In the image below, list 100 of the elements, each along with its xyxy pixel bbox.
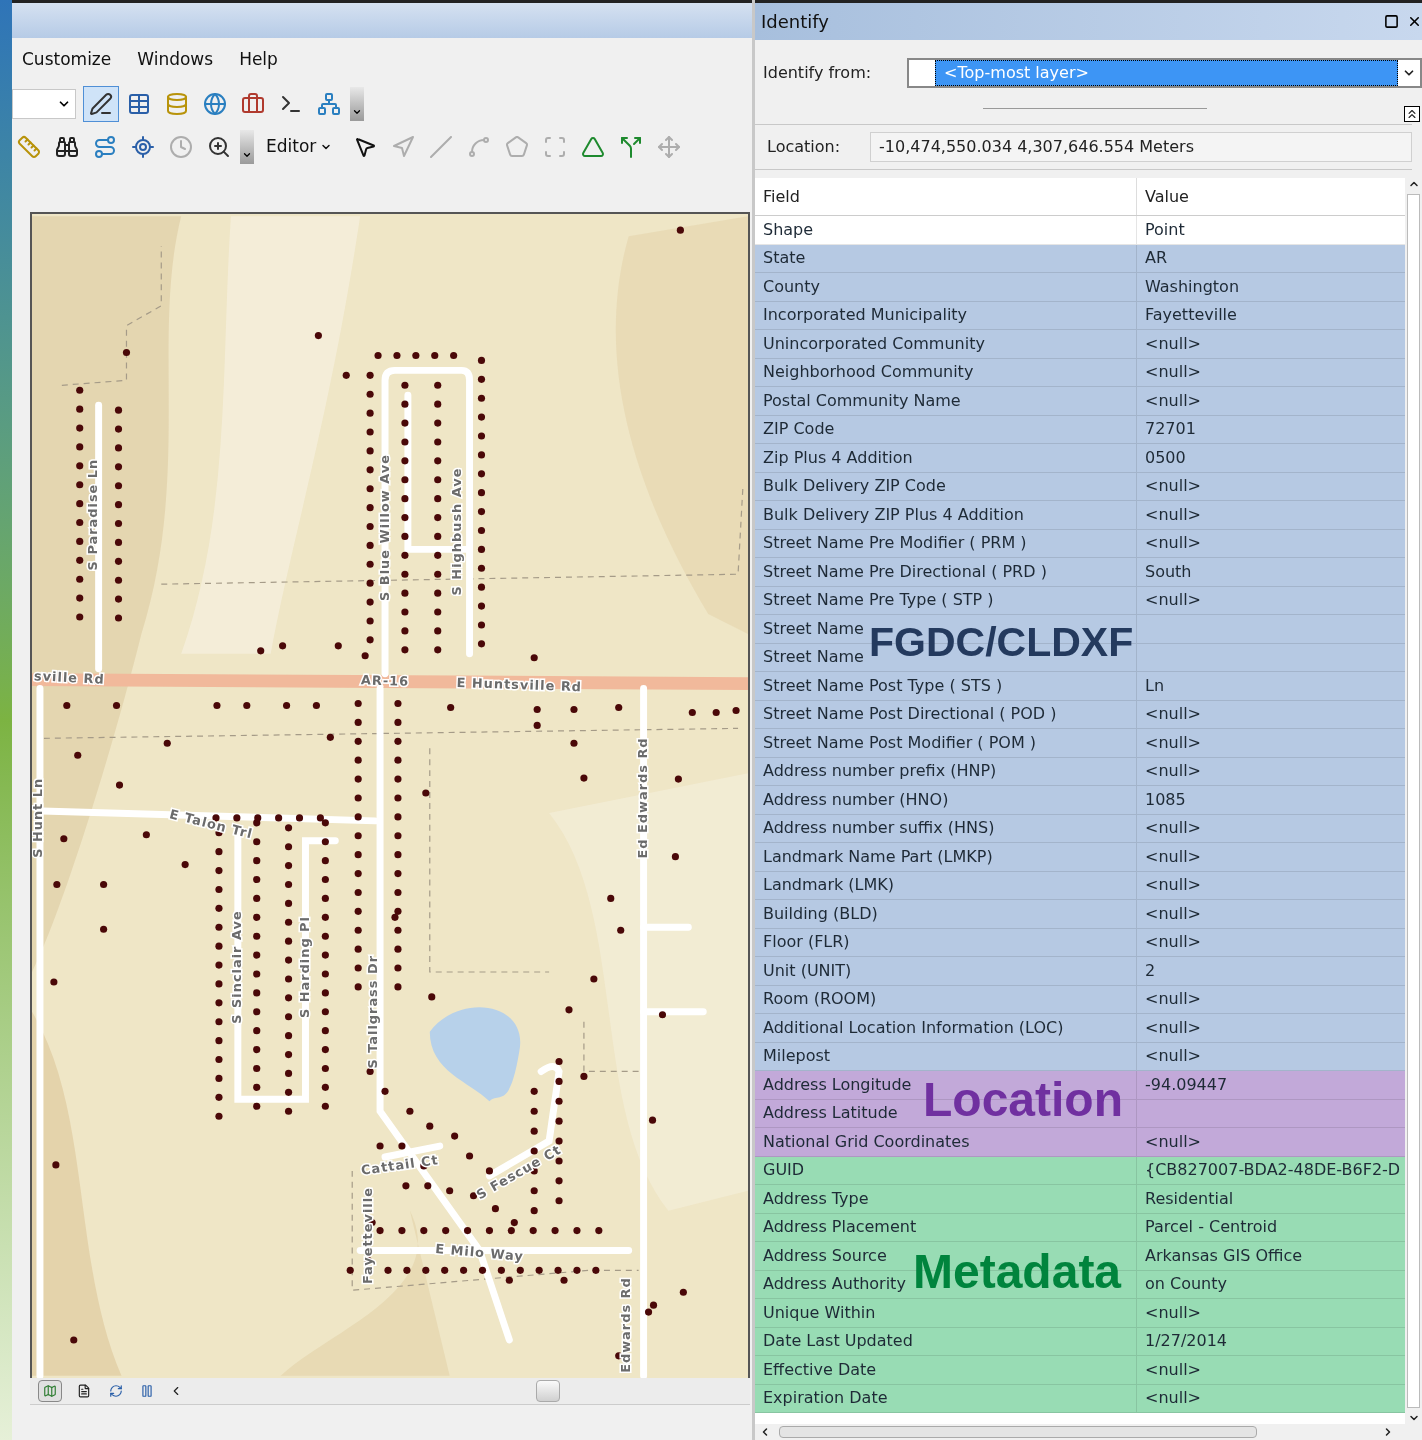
attribute-row[interactable]: Date Last Updated 1/27/2014 <box>755 1327 1405 1356</box>
attribute-row[interactable]: Address Placement Parcel - Centroid <box>755 1213 1405 1242</box>
attribute-row[interactable]: Street Name Pre Directional ( PRD ) South <box>755 558 1405 587</box>
field-name: Zip Plus 4 Addition <box>763 446 913 469</box>
street-label: Ed Edwards Rd <box>635 737 651 859</box>
attribute-row[interactable]: Floor (FLR) <null> <box>755 928 1405 957</box>
attribute-row[interactable]: Address number (HNO) 1085 <box>755 786 1405 815</box>
field-value: 1085 <box>1145 788 1186 811</box>
field-value: Point <box>1145 218 1185 241</box>
attribute-row[interactable]: Street Name Pre Modifier ( PRM ) <null> <box>755 529 1405 558</box>
field-name: Street Name <box>763 646 864 669</box>
street-label: AR-16 <box>360 672 410 689</box>
collapse-icon[interactable] <box>1404 106 1420 122</box>
attribute-row[interactable]: Room (ROOM) <null> <box>755 985 1405 1014</box>
attribute-row[interactable]: Unit (UNIT) 2 <box>755 957 1405 986</box>
attribute-row[interactable]: Shape Point <box>755 216 1405 245</box>
field-value: Fayetteville <box>1145 304 1237 327</box>
field-name: Address Placement <box>763 1216 917 1239</box>
globe-icon <box>203 91 227 116</box>
field-name: Incorporated Municipality <box>763 304 968 327</box>
field-value: <null> <box>1145 389 1201 412</box>
menu-item[interactable]: Windows <box>137 47 214 73</box>
attribute-row[interactable]: Effective Date <null> <box>755 1356 1405 1385</box>
attribute-row[interactable]: Additional Location Information (LOC) <null> <box>755 1014 1405 1043</box>
attribute-row[interactable]: Zip Plus 4 Addition 0500 <box>755 444 1405 473</box>
attribute-row[interactable]: Unique Within <null> <box>755 1299 1405 1328</box>
street-label: E Talon Trl <box>168 806 255 842</box>
field-value: AR <box>1145 247 1168 270</box>
attribute-row[interactable]: Bulk Delivery ZIP Code <null> <box>755 472 1405 501</box>
attribute-row[interactable]: Landmark Name Part (LMKP) <null> <box>755 843 1405 872</box>
attribute-row[interactable]: Expiration Date <null> <box>755 1384 1405 1413</box>
field-name: Street Name <box>763 617 864 640</box>
street-label: S Blue Willow Ave <box>376 454 392 601</box>
attribute-row[interactable]: Building (BLD) <null> <box>755 900 1405 929</box>
attribute-row[interactable]: County Washington <box>755 273 1405 302</box>
field-value: <null> <box>1145 1301 1201 1324</box>
location-field[interactable]: -10,474,550.034 4,307,646.554 Meters <box>870 132 1412 162</box>
column-header[interactable]: Field <box>755 178 1137 215</box>
route-icon <box>93 134 117 159</box>
polygon-icon <box>505 134 530 159</box>
field-name: Address Type <box>763 1187 869 1210</box>
field-value: <null> <box>1145 1130 1201 1153</box>
field-name: Unit (UNIT) <box>763 959 852 982</box>
field-name: Unincorporated Community <box>763 332 985 355</box>
field-value: 2 <box>1145 959 1156 982</box>
street-label: S Paradise Ln <box>85 458 101 571</box>
attribute-row[interactable]: Bulk Delivery ZIP Plus 4 Addition <null> <box>755 501 1405 530</box>
attribute-row[interactable]: Street Name Post Type ( STS ) Ln <box>755 672 1405 701</box>
pen-icon <box>89 91 113 116</box>
attribute-row[interactable]: Landmark (LMK) <null> <box>755 871 1405 900</box>
field-value: <null> <box>1145 589 1201 612</box>
attribute-row[interactable]: Address number suffix (HNS) <null> <box>755 814 1405 843</box>
field-name: GUID <box>763 1159 805 1182</box>
column-header[interactable]: Value <box>1137 178 1405 215</box>
attribute-row[interactable]: Milepost <null> <box>755 1042 1405 1071</box>
attribute-row[interactable]: Neighborhood Community <null> <box>755 358 1405 387</box>
street-label: E Milo Way <box>434 1241 525 1264</box>
menu-item[interactable]: Help <box>239 47 278 73</box>
field-value: 72701 <box>1145 418 1196 441</box>
attribute-row[interactable]: Incorporated Municipality Fayetteville <box>755 301 1405 330</box>
attribute-row[interactable]: National Grid Coordinates <null> <box>755 1128 1405 1157</box>
street-label: S Hunt Ln <box>32 777 46 858</box>
attribute-row[interactable]: Street Name Pre Type ( STP ) <null> <box>755 586 1405 615</box>
field-name: Street Name Pre Modifier ( PRM ) <box>763 532 1027 555</box>
data-view-button[interactable] <box>38 1380 62 1402</box>
attribute-row[interactable]: Postal Community Name <null> <box>755 387 1405 416</box>
attribute-row[interactable]: ZIP Code 72701 <box>755 415 1405 444</box>
attribute-row[interactable]: Street Name Post Directional ( POD ) <null> <box>755 700 1405 729</box>
field-value: <null> <box>1145 361 1201 384</box>
attribute-row[interactable]: Address number prefix (HNP) <null> <box>755 757 1405 786</box>
field-name: Street Name Pre Type ( STP ) <box>763 589 994 612</box>
attribute-row[interactable]: Address Type Residential <box>755 1185 1405 1214</box>
attribute-row[interactable]: Street Name Post Modifier ( POM ) <null> <box>755 729 1405 758</box>
zoom-icon <box>207 134 231 159</box>
field-name: Bulk Delivery ZIP Plus 4 Addition <box>763 503 1024 526</box>
field-value: {CB827007-BDA2-48DE-B6F2-D <box>1145 1159 1401 1182</box>
attribute-row[interactable]: State AR <box>755 244 1405 273</box>
attribute-row[interactable]: GUID {CB827007-BDA2-48DE-B6F2-D <box>755 1156 1405 1185</box>
pen-tool-button[interactable] <box>84 86 118 121</box>
street-label: E Huntsville Rd <box>456 674 583 695</box>
menu-item[interactable]: Customize <box>22 47 112 73</box>
editor-menu-button[interactable]: Editor <box>262 131 337 162</box>
attribute-row[interactable]: Unincorporated Community <null> <box>755 330 1405 359</box>
field-name: Effective Date <box>763 1358 877 1381</box>
street-label: S Highbush Ave <box>449 467 465 596</box>
dotted-square-icon <box>543 134 568 159</box>
field-name: Milepost <box>763 1045 831 1068</box>
overflow-button[interactable] <box>350 86 364 121</box>
field-value: <null> <box>1145 931 1201 954</box>
scrollbar-thumb[interactable] <box>536 1380 560 1402</box>
field-value: 1/27/2014 <box>1145 1330 1228 1353</box>
crosshair-icon <box>131 134 155 159</box>
field-name: Address number prefix (HNP) <box>763 760 997 783</box>
field-value: <null> <box>1145 332 1201 355</box>
street-label: sville Rd <box>33 668 106 687</box>
maximize-icon[interactable] <box>1384 14 1399 29</box>
close-icon[interactable] <box>1407 14 1422 29</box>
pause-icon <box>140 1384 154 1398</box>
network-icon <box>317 91 341 116</box>
overflow-button[interactable] <box>240 129 254 164</box>
